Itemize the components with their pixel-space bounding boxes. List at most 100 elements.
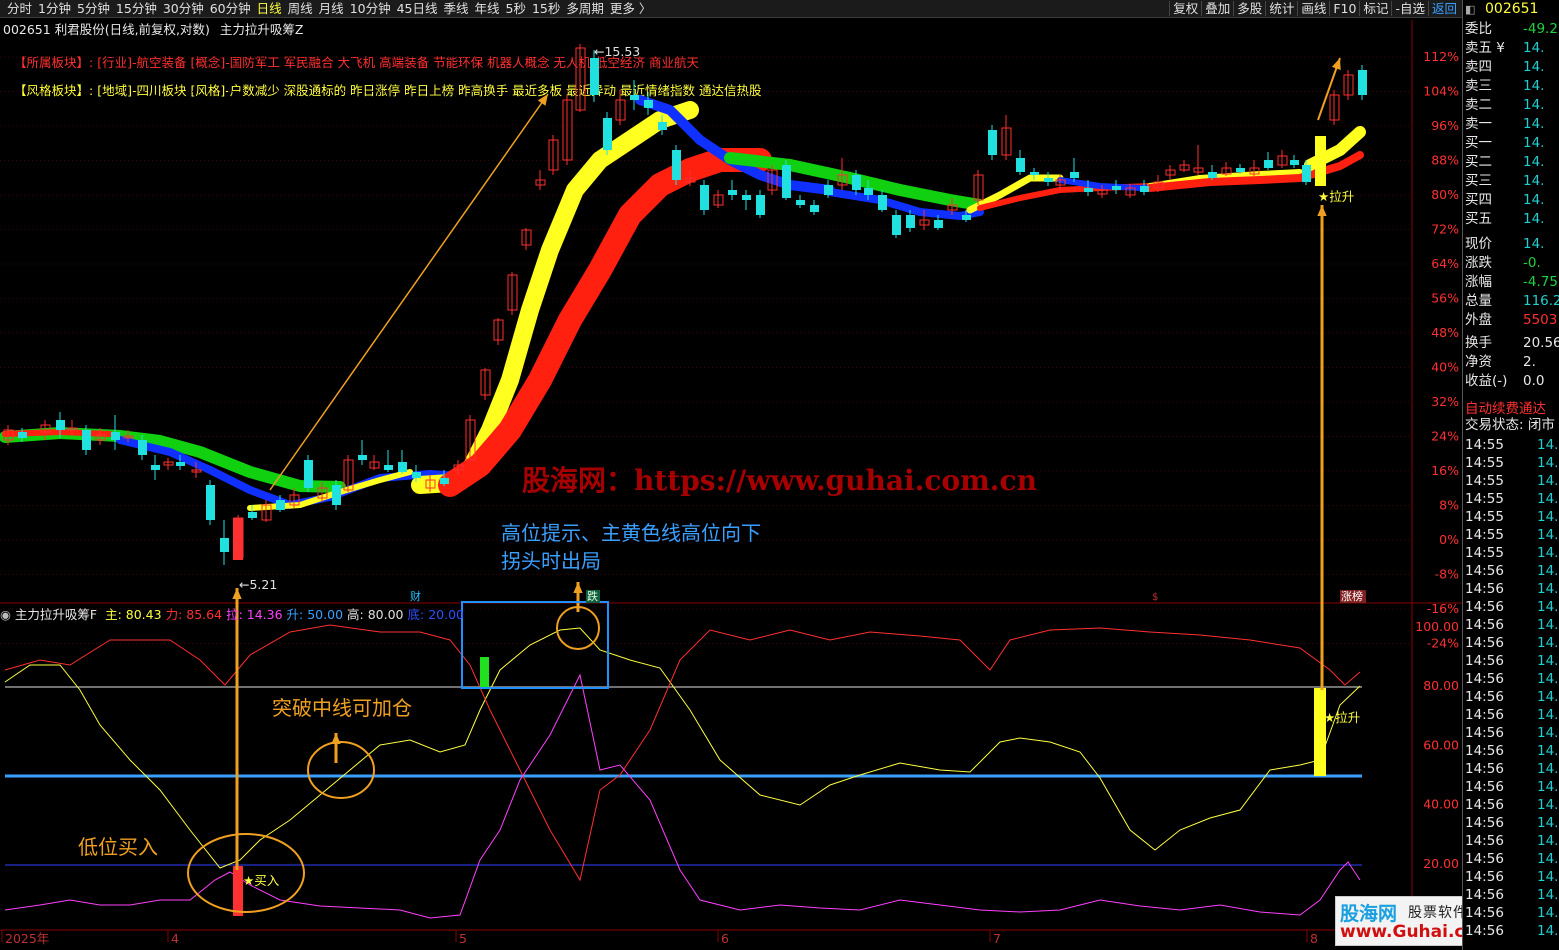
sub-buy-bar <box>233 866 243 916</box>
tick-row: 14:56 14. <box>1465 743 1559 759</box>
candle-body <box>658 122 667 130</box>
tick-row: 14:55 14. <box>1465 509 1559 525</box>
x-tick-label: 6 <box>721 931 729 946</box>
x-tick-label: 5 <box>459 931 467 946</box>
candle-body <box>1358 70 1367 95</box>
tick-row: 14:56 14. <box>1465 599 1559 615</box>
candle-body <box>603 118 612 150</box>
annotation-top-hint-1: 高位提示、主黄色线高位向下 <box>501 521 761 545</box>
auto-renew-link[interactable]: 自动续费通达 <box>1465 397 1546 417</box>
candle-body <box>630 95 639 100</box>
quote-row-12: 涨跌 -0. <box>1465 255 1541 271</box>
candle-body <box>176 462 185 466</box>
annotation-breakout: 突破中线可加仓 <box>272 696 412 720</box>
tick-row: 14:55 14. <box>1465 437 1559 453</box>
candle-body <box>878 195 887 210</box>
sub-y-tick-label: 100.00 <box>1415 619 1459 634</box>
candle-body <box>1112 186 1121 190</box>
sub-red-line <box>4 624 1361 882</box>
tick-row: 14:56 14. <box>1465 797 1559 813</box>
quote-row-13: 涨幅 -4.75 <box>1465 274 1558 290</box>
lashing-bar <box>1315 136 1326 186</box>
breakout-circle <box>307 741 375 799</box>
tick-row: 14:56 14. <box>1465 617 1559 633</box>
candle-body <box>962 215 971 220</box>
quote-row-7: 买二 14. <box>1465 154 1545 170</box>
candle-body <box>590 58 599 95</box>
candle-body <box>796 200 805 205</box>
end-arrow-head <box>1331 58 1341 70</box>
sub-y-tick-label: 80.00 <box>1423 678 1459 693</box>
sub-lashing-bar <box>1314 688 1326 776</box>
x-tick-label: 8 <box>1310 931 1318 946</box>
y-tick-label: 32% <box>1431 394 1459 409</box>
quote-row-8: 买三 14. <box>1465 173 1545 189</box>
lashing-arrow-head <box>1317 205 1327 217</box>
candle-body <box>384 465 393 470</box>
x-tick-label: 7 <box>993 931 1001 946</box>
tick-row: 14:56 14. <box>1465 725 1559 741</box>
yellow-main-rise <box>411 101 699 494</box>
collapse-icon[interactable]: ◧ <box>1465 3 1475 16</box>
y-tick-label: 64% <box>1431 256 1459 271</box>
annotation-low-buy: 低位买入 <box>78 835 158 859</box>
trade-status: 交易状态: 闭市 <box>1465 417 1555 433</box>
candle-body <box>892 215 901 235</box>
candle-body <box>1030 172 1039 175</box>
quote-row-5: 卖一 14. <box>1465 116 1545 132</box>
quote-row-4: 卖二 14. <box>1465 97 1545 113</box>
legend-item-5: 底: 20.00 <box>407 607 464 622</box>
quote-panel: ◧ 002651 委比-49.22 卖五 ¥14. 卖四14. 卖三14. 卖二14. 卖… <box>1462 0 1559 950</box>
y-tick-label: 8% <box>1439 498 1459 513</box>
y-tick-label: 80% <box>1431 187 1459 202</box>
sub-y-tick-label: 20.00 <box>1423 856 1459 871</box>
panel-stock-code: 002651 <box>1485 1 1539 17</box>
y-tick-label: 16% <box>1431 463 1459 478</box>
quote-row-18: 收益(-) 0.0 <box>1465 373 1545 389</box>
tick-row: 14:56 14. <box>1465 671 1559 687</box>
tick-row: 14:55 14. <box>1465 491 1559 507</box>
tick-row: 14:56 14. <box>1465 851 1559 867</box>
sub-buy-label: ★买入 <box>243 873 280 888</box>
sub-y-tick-label: 40.00 <box>1423 797 1459 812</box>
quote-row-3: 卖三 14. <box>1465 78 1545 94</box>
y-tick-label: 48% <box>1431 325 1459 340</box>
rise-arrow-head <box>537 94 548 106</box>
candle-body <box>700 185 709 210</box>
candle-body <box>304 460 313 488</box>
y-tick-label: 112% <box>1423 49 1459 64</box>
quote-row-16: 换手 20.56 <box>1465 335 1559 351</box>
candle-body <box>276 500 285 510</box>
candle-body <box>56 420 65 430</box>
candle-body <box>1084 188 1093 192</box>
sub-green-bar <box>480 657 489 687</box>
y-tick-label: 104% <box>1423 84 1459 99</box>
candle-body <box>332 485 341 505</box>
quote-row-10: 买五 14. <box>1465 211 1545 227</box>
legend-item-1: 力: 85.64 <box>165 607 223 622</box>
candle-body <box>782 165 791 198</box>
main-lashing-label: ★拉升 <box>1318 189 1354 204</box>
y-tick-label: 88% <box>1431 153 1459 168</box>
sub-chart-title: 主力拉升吸筹F <box>14 607 98 622</box>
candle-body <box>358 455 367 460</box>
tick-row: 14:56 14. <box>1465 815 1559 831</box>
candle-body <box>248 512 257 518</box>
candle-body <box>220 538 229 552</box>
sub-chart-legend: 主: 80.43 力: 85.64 拉: 14.36 升: 50.00 高: 80.00… <box>101 607 464 622</box>
y-tick-label: 96% <box>1431 118 1459 133</box>
event-label-zhangbang: 涨榜 <box>1341 589 1363 603</box>
candle-body <box>742 195 751 200</box>
y-tick-label: 0% <box>1439 532 1459 547</box>
candle-body <box>440 478 449 484</box>
candle-body <box>824 185 833 195</box>
candle-body <box>412 472 421 478</box>
sub-chart-menu-icon[interactable]: ◉ <box>0 607 11 622</box>
candle-body <box>728 190 737 195</box>
legend-item-3: 升: 50.00 <box>286 607 344 622</box>
quote-row-2: 卖四 14. <box>1465 59 1545 75</box>
candle-body <box>138 440 147 455</box>
tick-row: 14:56 14. <box>1465 869 1559 885</box>
candle-body <box>1208 172 1217 178</box>
tick-row: 14:55 14. <box>1465 473 1559 489</box>
